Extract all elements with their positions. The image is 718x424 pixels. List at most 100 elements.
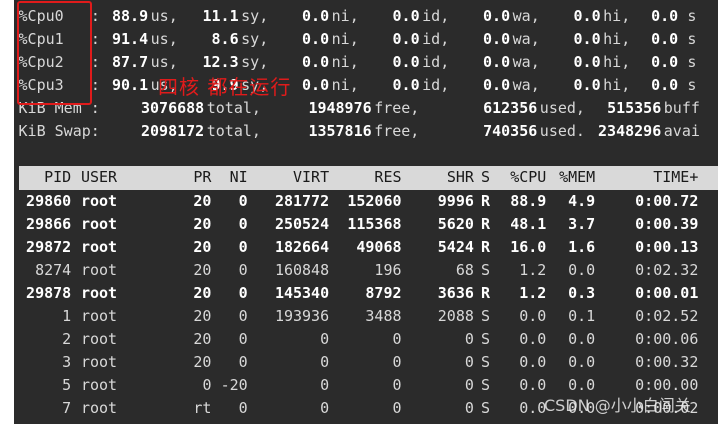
annotation-highlight-box [17, 1, 92, 105]
terminal-window: %Cpu0:88.9 us, 11.1 sy, 0.0 ni, 0.0 id, 0.0 wa, 0.… [14, 0, 718, 424]
cell-pr: 20 [193, 261, 212, 279]
column-header-mem: %MEM [559, 168, 596, 186]
cell-user: root [80, 238, 118, 256]
cpu-sy-value: 8.6 [211, 30, 239, 48]
cpu-row: %Cpu3:90.1 us, 9.9 sy, 0.0 ni, 0.0 id, 0.0 wa, 0.0… [14, 74, 718, 97]
cell-res: 0 [392, 399, 402, 417]
cell-s: S [480, 376, 490, 394]
column-header-time: TIME+ [653, 168, 699, 186]
column-header-pid: PID [44, 168, 72, 186]
column-header-virt: VIRT [292, 168, 330, 186]
mem-row: KiB Mem :3076688 total, 1948976 free, 612356… [14, 97, 718, 120]
cell-s: S [480, 307, 490, 325]
table-row: 8274 root 20 0 160848 196 68 S 1.2 0.0 0:02.32 [14, 259, 718, 282]
cell-mem: 0.3 [568, 284, 596, 302]
cell-ni: 0 [238, 192, 248, 210]
cell-pid: 29860 [26, 192, 72, 210]
cpu-ni-unit: ni, [331, 76, 359, 94]
cell-s: R [480, 215, 490, 233]
cell-mem: 4.9 [568, 192, 596, 210]
mem-used-label: used, [539, 99, 585, 117]
cell-mem: 0.0 [568, 353, 596, 371]
cpu-us-unit: us, [150, 7, 178, 25]
cell-pr: 0 [202, 376, 212, 394]
cell-user: root [80, 215, 118, 233]
cell-mem: 0.1 [568, 307, 596, 325]
cpu-si-unit: s [687, 30, 697, 48]
cell-ni: -20 [220, 376, 248, 394]
cell-cpu: 1.2 [519, 284, 547, 302]
cell-shr: 0 [464, 376, 474, 394]
cell-shr: 2088 [437, 307, 474, 325]
cell-virt: 281772 [274, 192, 330, 210]
cell-shr: 5620 [437, 215, 474, 233]
cell-ni: 0 [238, 215, 248, 233]
annotation-text: 四核 都在运行 [158, 75, 292, 99]
cell-mem: 1.6 [568, 238, 596, 256]
cell-user: root [80, 284, 118, 302]
column-header-s: S [480, 168, 490, 186]
cell-s: S [480, 330, 490, 348]
table-row: 29866 root 20 0 250524 115368 5620 R 48.1 3.7 0:00… [14, 213, 718, 236]
cell-pr: 20 [193, 238, 212, 256]
cell-s: S [480, 353, 490, 371]
cpu-id-unit: id, [422, 76, 450, 94]
cell-cpu: 48.1 [510, 215, 547, 233]
cpu-sy-unit: sy, [241, 30, 269, 48]
cpu-wa-value: 0.0 [483, 76, 511, 94]
cell-pr: 20 [193, 215, 212, 233]
swap-avail-label: avai [663, 122, 700, 140]
cpu-hi-unit: hi, [603, 76, 631, 94]
swap-free: 1357816 [308, 122, 372, 140]
cell-pr: 20 [193, 284, 212, 302]
cell-pr: 20 [193, 307, 212, 325]
cell-time: 0:00.39 [635, 215, 699, 233]
cell-virt: 250524 [274, 215, 330, 233]
cell-pid: 2 [62, 330, 72, 348]
cpu-ni-value: 0.0 [302, 76, 330, 94]
cell-user: root [80, 307, 118, 325]
cell-cpu: 0.0 [519, 307, 547, 325]
cell-user: root [80, 330, 118, 348]
mem-buff-label: buff [663, 99, 700, 117]
cell-s: S [480, 399, 490, 417]
cell-mem: 0.0 [568, 261, 596, 279]
cell-res: 152060 [347, 192, 402, 210]
cell-user: root [80, 399, 118, 417]
cell-virt: 0 [320, 376, 330, 394]
table-row: 2 root 20 0 0 0 0 S 0.0 0.0 0:00.06 [14, 328, 718, 351]
cell-time: 0:00.01 [635, 284, 699, 302]
cell-pid: 1 [62, 307, 72, 325]
cell-virt: 160848 [274, 261, 330, 279]
process-table-header: PID USER PR NI VIRT RES SHR S %CPU %MEM TIME+ [19, 166, 718, 190]
cell-ni: 0 [238, 353, 248, 371]
cell-virt: 193936 [274, 307, 330, 325]
cell-pr: rt [193, 399, 212, 417]
cell-res: 115368 [347, 215, 402, 233]
cpu-wa-unit: wa, [512, 76, 540, 94]
cpu-colon: : [90, 30, 100, 48]
cell-res: 0 [392, 353, 402, 371]
cpu-si-unit: s [687, 53, 697, 71]
swap-used: 740356 [483, 122, 538, 140]
column-header-cpu: %CPU [510, 168, 547, 186]
cell-pr: 20 [193, 353, 212, 371]
watermark: CSDN @小小白闯关 [544, 396, 691, 415]
cpu-sy-unit: sy, [241, 7, 269, 25]
table-row: 29872 root 20 0 182664 49068 5424 R 16.0 1.6 0:00.… [14, 236, 718, 259]
swap-used-label: used. [539, 122, 585, 140]
swap-total-label: total, [206, 122, 261, 140]
cpu-id-value: 0.0 [392, 7, 420, 25]
cell-time: 0:00.13 [635, 238, 699, 256]
cpu-us-value: 90.1 [111, 76, 149, 94]
cell-ni: 0 [238, 261, 248, 279]
cpu-row: %Cpu0:88.9 us, 11.1 sy, 0.0 ni, 0.0 id, 0.0 wa, 0.… [14, 5, 718, 28]
cell-virt: 145340 [274, 284, 330, 302]
cpu-us-value: 91.4 [111, 30, 149, 48]
cpu-id-value: 0.0 [392, 53, 420, 71]
mem-total: 3076688 [141, 99, 205, 117]
header-row: PID USER PR NI VIRT RES SHR S %CPU %MEM TIME+ [14, 166, 713, 189]
cpu-wa-unit: wa, [512, 7, 540, 25]
cell-shr: 0 [464, 330, 474, 348]
cpu-si-value: 0.0 [651, 30, 679, 48]
